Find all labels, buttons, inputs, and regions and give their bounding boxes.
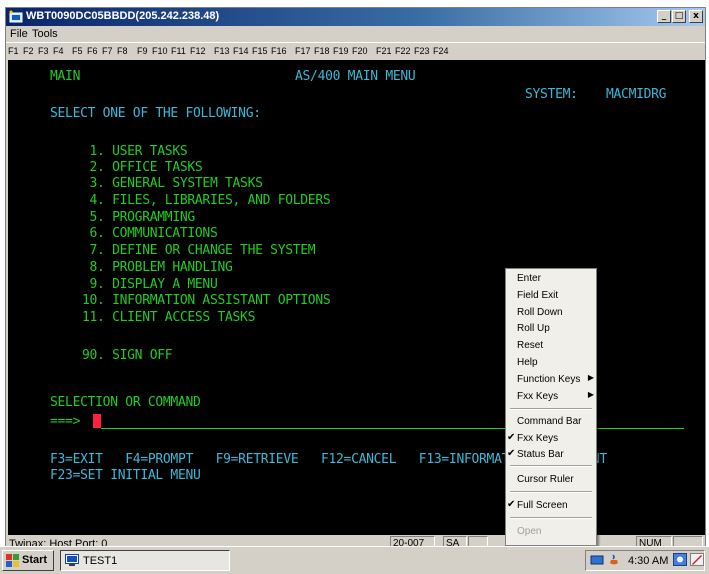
- fkey-button-f6[interactable]: F6: [87, 46, 98, 56]
- menu-option[interactable]: 7. DEFINE OR CHANGE THE SYSTEM: [82, 243, 316, 258]
- menu-item-enter[interactable]: Enter: [506, 271, 596, 287]
- help-icon[interactable]: [673, 553, 687, 566]
- fkey-button-f23[interactable]: F23: [414, 46, 430, 56]
- close-button[interactable]: x: [689, 10, 703, 23]
- prompt-label: SELECTION OR COMMAND: [50, 395, 201, 410]
- fkey-button-f12[interactable]: F12: [190, 46, 206, 56]
- menu-tools[interactable]: Tools: [32, 28, 58, 40]
- taskbar: Start TEST1 4:30 AM: [0, 546, 709, 574]
- fkey-button-f13[interactable]: F13: [214, 46, 230, 56]
- menu-option[interactable]: 2. OFFICE TASKS: [82, 160, 203, 175]
- menu-bar: File Tools: [6, 26, 705, 42]
- clock[interactable]: 4:30 AM: [628, 555, 668, 567]
- network-icon[interactable]: [590, 554, 604, 567]
- monitor-icon: [65, 554, 79, 566]
- menu-separator: [510, 491, 592, 493]
- menu-option[interactable]: 3. GENERAL SYSTEM TASKS: [82, 176, 263, 191]
- checkmark-icon: ✔: [507, 432, 516, 443]
- menu-separator: [510, 465, 592, 467]
- fkey-button-f22[interactable]: F22: [395, 46, 411, 56]
- terminal-screen[interactable]: MAIN AS/400 MAIN MENU SYSTEM: MACMIDRG S…: [8, 60, 705, 535]
- menu-item-command-bar[interactable]: Command Bar: [506, 414, 596, 430]
- menu-separator: [510, 517, 592, 519]
- menu-option[interactable]: 5. PROGRAMMING: [82, 210, 196, 225]
- fkey-button-f18[interactable]: F18: [314, 46, 330, 56]
- fkey-button-f4[interactable]: F4: [53, 46, 64, 56]
- function-key-legend: F23=SET INITIAL MENU: [50, 468, 201, 483]
- menu-item-open: Open: [517, 526, 542, 537]
- fkey-button-f16[interactable]: F16: [271, 46, 287, 56]
- menu-option[interactable]: 9. DISPLAY A MENU: [82, 277, 218, 292]
- windows-logo-icon: [6, 554, 19, 567]
- menu-item-fxx-keys-toggle[interactable]: ✔ Fxx Keys: [506, 431, 596, 447]
- system-tray: 4:30 AM: [585, 550, 705, 571]
- emulator-window: WBT0090DC05BBDD(205.242.238.48) _ □ x Fi…: [5, 7, 706, 574]
- fkey-button-f9[interactable]: F9: [137, 46, 148, 56]
- fkey-button-f20[interactable]: F20: [352, 46, 368, 56]
- checkmark-icon: ✔: [507, 448, 516, 459]
- menu-item-field-exit[interactable]: Field Exit: [506, 288, 596, 304]
- menu-file[interactable]: File: [10, 28, 28, 40]
- function-key-bar: F1 F2 F3 F4 F5 F6 F7 F8 F9 F10 F11 F12 F…: [6, 42, 705, 60]
- fkey-button-f3[interactable]: F3: [38, 46, 49, 56]
- menu-item-function-keys[interactable]: Function Keys ▶: [506, 372, 596, 388]
- fkey-button-f7[interactable]: F7: [102, 46, 113, 56]
- fkey-button-f5[interactable]: F5: [72, 46, 83, 56]
- menu-item-full-screen[interactable]: ✔ Full Screen: [506, 498, 596, 514]
- java-icon[interactable]: [607, 554, 621, 567]
- fkey-button-f2[interactable]: F2: [23, 46, 34, 56]
- menu-item-status-bar[interactable]: ✔ Status Bar: [506, 447, 596, 463]
- menu-option[interactable]: 10. INFORMATION ASSISTANT OPTIONS: [82, 293, 331, 308]
- minimize-button[interactable]: _: [657, 10, 671, 23]
- menu-title: AS/400 MAIN MENU: [295, 69, 416, 84]
- instruction-text: SELECT ONE OF THE FOLLOWING:: [50, 106, 261, 121]
- pen-icon[interactable]: [690, 553, 704, 566]
- menu-option[interactable]: 6. COMMUNICATIONS: [82, 226, 218, 241]
- title-bar[interactable]: WBT0090DC05BBDD(205.242.238.48) _ □ x: [6, 8, 705, 26]
- fkey-button-f11[interactable]: F11: [171, 46, 186, 56]
- fkey-button-f24[interactable]: F24: [433, 46, 449, 56]
- menu-item-help[interactable]: Help: [506, 355, 596, 371]
- context-menu: Enter Field Exit Roll Down Roll Up Reset…: [505, 268, 597, 546]
- fkey-button-f8[interactable]: F8: [117, 46, 128, 56]
- fkey-button-f15[interactable]: F15: [252, 46, 268, 56]
- menu-item-reset[interactable]: Reset: [506, 338, 596, 354]
- menu-option[interactable]: 8. PROBLEM HANDLING: [82, 260, 233, 275]
- fkey-button-f14[interactable]: F14: [233, 46, 249, 56]
- menu-option[interactable]: 4. FILES, LIBRARIES, AND FOLDERS: [82, 193, 331, 208]
- submenu-arrow-icon: ▶: [587, 390, 594, 399]
- system-label: SYSTEM:: [525, 87, 578, 102]
- fkey-button-f1[interactable]: F1: [8, 46, 19, 56]
- fkey-button-f19[interactable]: F19: [333, 46, 349, 56]
- text-cursor: [93, 414, 101, 428]
- menu-item-fxx-keys-submenu[interactable]: Fxx Keys ▶: [506, 389, 596, 405]
- menu-item-roll-up[interactable]: Roll Up: [506, 321, 596, 337]
- emulator-app-icon: [9, 10, 23, 23]
- maximize-button[interactable]: □: [672, 10, 686, 23]
- menu-option[interactable]: 11. CLIENT ACCESS TASKS: [82, 310, 255, 325]
- menu-item-roll-down[interactable]: Roll Down: [506, 305, 596, 321]
- submenu-arrow-icon: ▶: [587, 373, 594, 382]
- checkmark-icon: ✔: [507, 499, 516, 510]
- window-title: WBT0090DC05BBDD(205.242.238.48): [26, 10, 220, 22]
- prompt-arrow: ===>: [50, 414, 81, 429]
- fkey-button-f21[interactable]: F21: [376, 46, 392, 56]
- fkey-button-f17[interactable]: F17: [295, 46, 311, 56]
- taskbar-button-test1[interactable]: TEST1: [60, 550, 230, 571]
- menu-option[interactable]: 1. USER TASKS: [82, 144, 188, 159]
- menu-item-cursor-ruler[interactable]: Cursor Ruler: [506, 472, 596, 488]
- menu-separator: [510, 408, 592, 410]
- fkey-button-f10[interactable]: F10: [152, 46, 168, 56]
- signoff-option[interactable]: 90. SIGN OFF: [82, 348, 173, 363]
- system-name: MACMIDRG: [606, 87, 667, 102]
- start-button[interactable]: Start: [2, 550, 54, 571]
- screen-id: MAIN: [50, 69, 81, 84]
